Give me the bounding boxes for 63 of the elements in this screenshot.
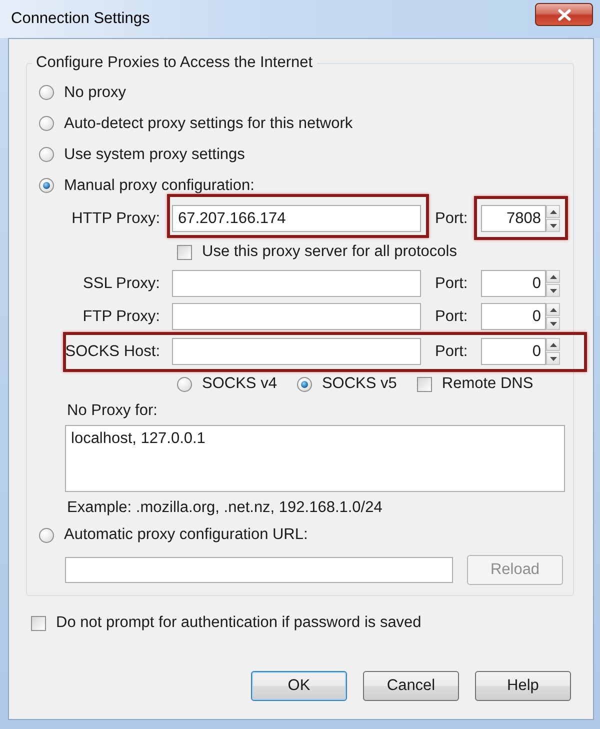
checkbox-label: Remote DNS	[442, 375, 534, 393]
option-label: Automatic proxy configuration URL:	[64, 526, 308, 544]
port-label: Port:	[435, 342, 468, 360]
spin-up-button[interactable]	[546, 303, 560, 316]
example-hint: Example: .mozilla.org, .net.nz, 192.168.1.0/24	[67, 499, 382, 517]
radio-button[interactable]	[39, 178, 54, 193]
no-proxy-field[interactable]: localhost, 127.0.0.1	[65, 425, 565, 492]
radio-button[interactable]	[177, 376, 192, 392]
option-label: Auto-detect proxy settings for this network	[64, 114, 353, 132]
radio-button[interactable]	[39, 528, 54, 542]
checkbox-label: Use this proxy server for all protocols	[202, 243, 457, 261]
option-label: No proxy	[64, 84, 126, 102]
checkbox[interactable]	[31, 616, 46, 630]
host-field[interactable]	[172, 303, 421, 330]
spin-up-button[interactable]	[546, 205, 560, 218]
port-label: Port:	[435, 210, 468, 228]
field-label: SOCKS Host:	[65, 342, 160, 360]
radio-button[interactable]	[39, 116, 54, 131]
up-triangle-icon	[550, 274, 556, 278]
close-button[interactable]	[535, 3, 593, 26]
field-label: No Proxy for:	[67, 402, 158, 420]
spin-down-button[interactable]	[546, 284, 560, 297]
field-label: HTTP Proxy:	[72, 210, 160, 228]
up-triangle-icon	[550, 210, 556, 214]
option-label: SOCKS v5	[322, 375, 397, 393]
field-label: FTP Proxy:	[82, 308, 160, 326]
spin-down-button[interactable]	[546, 317, 560, 330]
option-label: Use system proxy settings	[64, 146, 245, 164]
spin-up-button[interactable]	[546, 270, 560, 283]
radio-button[interactable]	[39, 85, 54, 100]
checkbox[interactable]	[416, 376, 432, 392]
port-label: Port:	[435, 274, 468, 292]
host-field[interactable]	[172, 338, 421, 365]
up-triangle-icon	[550, 342, 556, 346]
down-triangle-icon	[550, 224, 556, 228]
option-label: Manual proxy configuration:	[64, 176, 254, 194]
up-triangle-icon	[550, 308, 556, 312]
down-triangle-icon	[550, 356, 556, 360]
window-title: Connection Settings	[11, 10, 150, 28]
spin-down-button[interactable]	[546, 219, 560, 232]
dialog-button[interactable]: OK	[251, 671, 347, 701]
port-field[interactable]: 0	[481, 303, 546, 330]
spin-up-button[interactable]	[546, 338, 560, 351]
option-label: SOCKS v4	[202, 375, 277, 393]
dialog-button[interactable]: Cancel	[363, 671, 459, 701]
url-field[interactable]	[65, 557, 453, 583]
radio-button[interactable]	[296, 376, 312, 392]
checkbox-label: Do not prompt for authentication if password is saved	[56, 614, 422, 632]
host-field[interactable]: 67.207.166.174	[172, 205, 421, 232]
port-label: Port:	[435, 308, 468, 326]
port-field[interactable]: 7808	[481, 205, 546, 232]
radio-button[interactable]	[39, 147, 54, 162]
port-field[interactable]: 0	[481, 270, 546, 297]
checkbox[interactable]	[177, 244, 192, 260]
close-icon	[558, 8, 570, 20]
dialog-button[interactable]: Help	[475, 671, 571, 701]
group-title: Configure Proxies to Access the Internet	[35, 54, 314, 72]
port-field[interactable]: 0	[481, 338, 546, 365]
down-triangle-icon	[550, 288, 556, 292]
field-label: SSL Proxy:	[83, 274, 160, 292]
host-field[interactable]	[172, 270, 421, 297]
spin-down-button[interactable]	[546, 352, 560, 365]
down-triangle-icon	[550, 322, 556, 326]
